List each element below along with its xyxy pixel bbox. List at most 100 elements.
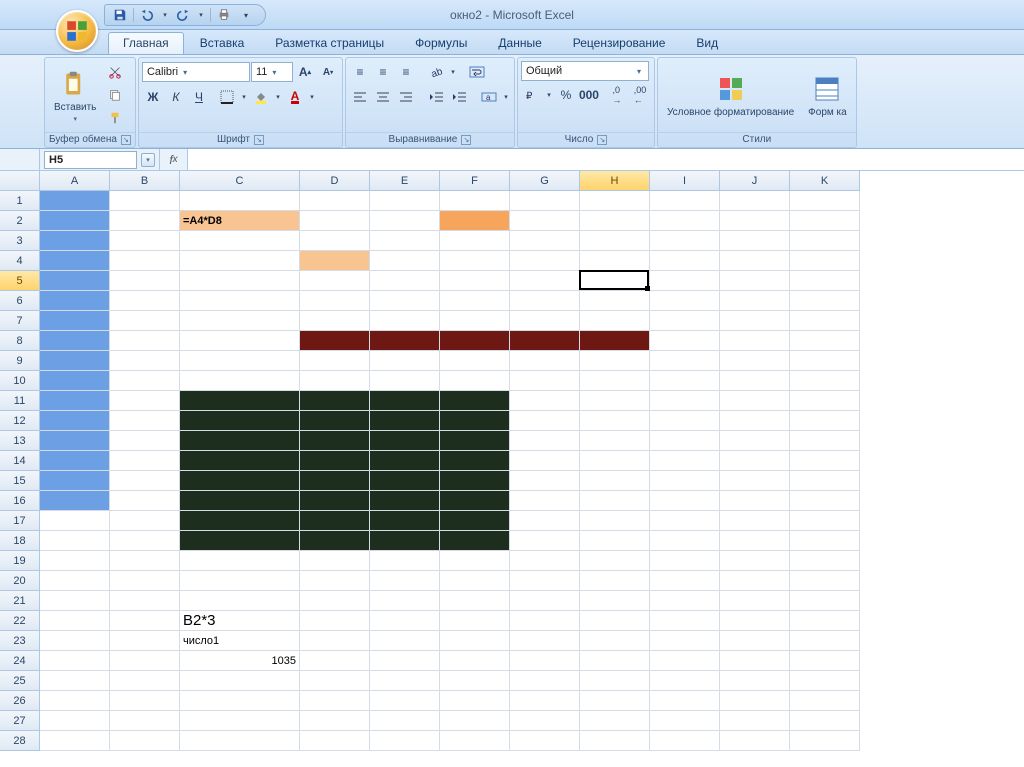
cell[interactable] xyxy=(180,331,300,351)
cell[interactable] xyxy=(720,531,790,551)
cell[interactable] xyxy=(440,671,510,691)
cell[interactable] xyxy=(510,591,580,611)
cell[interactable] xyxy=(40,271,110,291)
cell[interactable] xyxy=(790,251,860,271)
cell[interactable] xyxy=(720,471,790,491)
fill-color-dropdown-icon[interactable]: ▾ xyxy=(273,86,283,108)
cell[interactable] xyxy=(110,271,180,291)
cell[interactable] xyxy=(440,431,510,451)
cell[interactable] xyxy=(440,471,510,491)
cell[interactable] xyxy=(370,491,440,511)
cell[interactable] xyxy=(440,571,510,591)
cell[interactable] xyxy=(650,471,720,491)
cell[interactable] xyxy=(180,671,300,691)
cell[interactable] xyxy=(790,431,860,451)
cell[interactable] xyxy=(300,551,370,571)
cell[interactable]: =A4*D8 xyxy=(180,211,300,231)
cell[interactable] xyxy=(440,731,510,751)
cell[interactable] xyxy=(580,631,650,651)
cell[interactable] xyxy=(440,231,510,251)
cell[interactable] xyxy=(650,351,720,371)
row-header[interactable]: 22 xyxy=(0,611,40,631)
cell[interactable] xyxy=(580,451,650,471)
cell[interactable] xyxy=(790,711,860,731)
row-header[interactable]: 13 xyxy=(0,431,40,451)
cell[interactable] xyxy=(40,371,110,391)
cell[interactable] xyxy=(580,591,650,611)
cell[interactable]: B2*3 xyxy=(180,611,300,631)
row-header[interactable]: 12 xyxy=(0,411,40,431)
cell[interactable] xyxy=(510,431,580,451)
cell[interactable] xyxy=(370,331,440,351)
cell[interactable] xyxy=(440,611,510,631)
cell[interactable] xyxy=(440,391,510,411)
cell[interactable] xyxy=(40,691,110,711)
formula-bar-input[interactable] xyxy=(188,149,1024,170)
cell[interactable] xyxy=(650,211,720,231)
cell[interactable] xyxy=(650,271,720,291)
cell[interactable] xyxy=(110,251,180,271)
redo-icon[interactable] xyxy=(174,6,192,24)
cell[interactable] xyxy=(650,391,720,411)
cell[interactable] xyxy=(650,711,720,731)
cell[interactable] xyxy=(110,571,180,591)
cell[interactable] xyxy=(440,331,510,351)
font-launcher-icon[interactable]: ↘ xyxy=(254,135,264,145)
column-header[interactable]: C xyxy=(180,171,300,191)
paste-button[interactable]: Вставить ▾ xyxy=(48,61,102,129)
cell[interactable] xyxy=(650,691,720,711)
cell[interactable] xyxy=(40,631,110,651)
cell[interactable] xyxy=(40,731,110,751)
cell[interactable] xyxy=(440,491,510,511)
cell[interactable] xyxy=(440,591,510,611)
cell[interactable] xyxy=(510,611,580,631)
cell[interactable] xyxy=(650,591,720,611)
bold-button[interactable]: Ж xyxy=(142,86,164,108)
cell[interactable] xyxy=(300,591,370,611)
cell[interactable] xyxy=(110,491,180,511)
cell[interactable] xyxy=(370,631,440,651)
cell[interactable] xyxy=(180,451,300,471)
cell[interactable] xyxy=(40,611,110,631)
cell[interactable] xyxy=(300,191,370,211)
cell[interactable] xyxy=(650,451,720,471)
increase-font-icon[interactable]: A▴ xyxy=(294,61,316,83)
row-header[interactable]: 8 xyxy=(0,331,40,351)
cell[interactable] xyxy=(110,471,180,491)
row-header[interactable]: 23 xyxy=(0,631,40,651)
cell[interactable] xyxy=(110,411,180,431)
decrease-font-icon[interactable]: A▾ xyxy=(317,61,339,83)
cell[interactable] xyxy=(370,291,440,311)
cell[interactable] xyxy=(580,191,650,211)
cut-icon[interactable] xyxy=(104,61,126,83)
cell[interactable] xyxy=(580,331,650,351)
cell[interactable] xyxy=(580,711,650,731)
cell[interactable] xyxy=(110,431,180,451)
cell[interactable] xyxy=(180,391,300,411)
insert-function-icon[interactable]: fx xyxy=(160,149,188,170)
cell[interactable] xyxy=(40,231,110,251)
cell[interactable] xyxy=(720,291,790,311)
cell[interactable] xyxy=(580,271,650,291)
row-header[interactable]: 18 xyxy=(0,531,40,551)
cell[interactable] xyxy=(300,411,370,431)
cell[interactable] xyxy=(180,711,300,731)
cell[interactable] xyxy=(300,391,370,411)
cell[interactable] xyxy=(370,211,440,231)
cell[interactable] xyxy=(720,211,790,231)
tab-разметка-страницы[interactable]: Разметка страницы xyxy=(260,32,399,54)
border-dropdown-icon[interactable]: ▾ xyxy=(239,86,249,108)
row-header[interactable]: 21 xyxy=(0,591,40,611)
tab-вид[interactable]: Вид xyxy=(681,32,733,54)
row-header[interactable]: 16 xyxy=(0,491,40,511)
row-header[interactable]: 10 xyxy=(0,371,40,391)
cell[interactable] xyxy=(180,571,300,591)
cell[interactable] xyxy=(300,711,370,731)
column-header[interactable]: A xyxy=(40,171,110,191)
decrease-indent-icon[interactable] xyxy=(425,86,447,108)
undo-dropdown-icon[interactable]: ▾ xyxy=(160,6,170,24)
office-button[interactable] xyxy=(56,10,98,52)
cell[interactable] xyxy=(180,691,300,711)
cell[interactable] xyxy=(40,451,110,471)
cell[interactable] xyxy=(790,311,860,331)
